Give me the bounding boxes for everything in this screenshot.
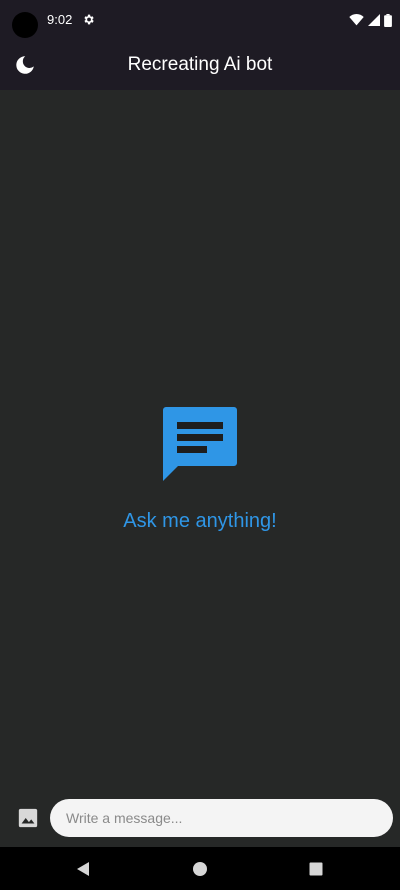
message-input[interactable] xyxy=(50,799,393,837)
app-screen: 9:02 Recreating Ai bot Ask me anything! … xyxy=(0,0,400,890)
composer xyxy=(0,786,400,847)
battery-icon xyxy=(384,13,392,27)
chat-area: Ask me anything! xyxy=(0,90,400,786)
empty-state: Ask me anything! xyxy=(0,406,400,533)
chat-bubble-icon xyxy=(163,407,237,481)
wifi-icon xyxy=(349,14,364,26)
home-icon[interactable] xyxy=(190,859,210,879)
camera-cutout xyxy=(12,12,38,38)
app-bar: Recreating Ai bot xyxy=(0,40,400,90)
status-bar: 9:02 xyxy=(0,0,400,40)
image-icon[interactable] xyxy=(17,807,39,829)
page-title: Recreating Ai bot xyxy=(127,54,273,75)
signal-icon xyxy=(368,14,380,26)
empty-state-text: Ask me anything! xyxy=(123,510,277,532)
gear-icon xyxy=(84,14,94,25)
recents-icon[interactable] xyxy=(306,859,326,879)
nav-bar xyxy=(0,847,400,890)
status-icons xyxy=(349,13,392,27)
status-time: 9:02 xyxy=(47,12,73,27)
back-icon[interactable] xyxy=(73,859,93,879)
